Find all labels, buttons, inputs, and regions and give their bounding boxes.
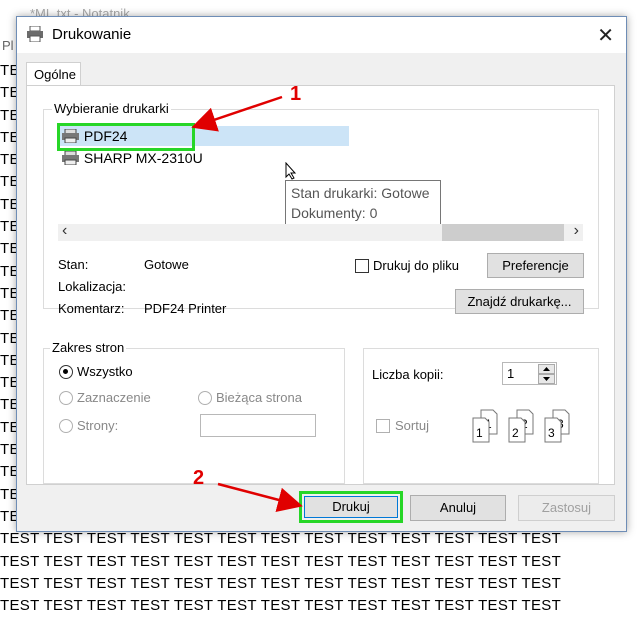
- arrow-1: [191, 95, 283, 132]
- arrow-2: [217, 482, 303, 513]
- annotation-number-2: 2: [193, 467, 205, 489]
- annotation-number-1: 1: [290, 83, 302, 105]
- annotation-overlay: [191, 95, 303, 513]
